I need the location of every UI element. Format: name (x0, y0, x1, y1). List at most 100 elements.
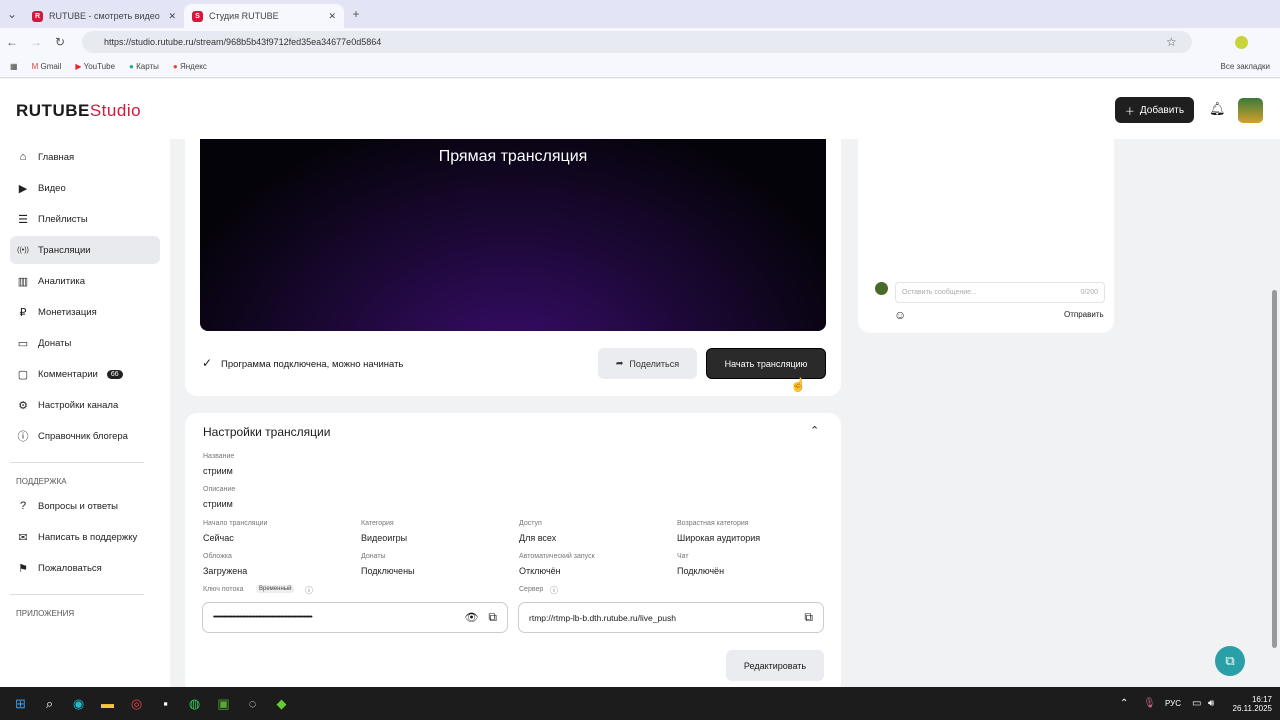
info-icon: ⓘ (17, 431, 29, 443)
broadcast-icon: ((•)) (17, 246, 29, 254)
bookmark-star-icon[interactable]: ☆ (1166, 35, 1177, 49)
reload-icon[interactable]: ↻ (48, 35, 72, 49)
chat-message-input[interactable]: Оставить сообщение... 0/200 (895, 282, 1105, 303)
search-icon[interactable]: ⌕ (35, 696, 64, 712)
field-value: Видеоигры (361, 533, 408, 543)
forward-icon[interactable]: → (24, 35, 48, 49)
copy-server-icon[interactable]: ⧉ (804, 610, 813, 625)
bell-icon[interactable]: 🔔︎ (1209, 101, 1226, 117)
tray-chevron-icon[interactable]: ⌃ (1120, 698, 1128, 709)
copy-key-icon[interactable]: ⧉ (488, 610, 497, 625)
sidebar: ⌂ Главная ▶ Видео ☰ Плейлисты ((•)) Трансляц… (0, 139, 170, 687)
sidebar-item-playlists[interactable]: ☰ Плейлисты (10, 205, 160, 233)
collapse-chevron-icon[interactable]: ⌃ (810, 424, 819, 437)
video-icon: ▶ (18, 182, 28, 195)
sidebar-item-streams[interactable]: ((•)) Трансляции (10, 236, 160, 264)
emoji-icon[interactable]: ☺ (894, 308, 906, 322)
tab-list-button[interactable]: ⌄ (0, 7, 24, 21)
share-button[interactable]: ➦ Поделиться (598, 348, 697, 379)
microphone-icon[interactable]: 🎙︎ (1143, 698, 1156, 709)
question-icon: ? (19, 500, 27, 512)
url-input[interactable]: https://studio.rutube.ru/stream/968b5b43… (82, 31, 1192, 53)
chat-char-counter: 0/200 (1080, 289, 1098, 296)
connection-status: Программа подключена, можно начинать (221, 359, 404, 370)
stream-key-field[interactable]: ••••••••••••••••••••••••••••••••••••••••… (202, 602, 508, 633)
rutube-studio-logo[interactable]: RUTUBEStudio (16, 101, 141, 121)
app-icon[interactable]: ◌ (238, 696, 267, 711)
all-bookmarks[interactable]: Все закладки (1221, 62, 1270, 71)
tab-rutube[interactable]: R RUTUBE - смотреть видео онлайн ✕ (24, 4, 184, 28)
analytics-icon: ▥ (17, 275, 29, 288)
bookmark-gmail[interactable]: M Gmail (32, 62, 62, 71)
edit-button[interactable]: Редактировать (726, 650, 824, 681)
sidebar-item-analytics[interactable]: ▥ Аналитика (10, 267, 160, 295)
rutube-favicon-icon: R (32, 10, 43, 22)
server-url-field[interactable]: rtmp://rtmp-lb-b.dth.rutube.ru/live_push… (518, 602, 824, 633)
apps-icon[interactable]: ▦ (10, 62, 18, 71)
explorer-icon[interactable]: ▬ (93, 696, 122, 711)
stream-preview[interactable]: Прямая трансляция (200, 139, 826, 331)
minecraft-icon[interactable]: ▣ (209, 696, 238, 712)
temporary-key-tag: Временный (256, 585, 295, 593)
profile-avatar[interactable] (1235, 35, 1248, 49)
ruble-icon: ₽ (19, 306, 27, 319)
app-icon[interactable]: ▪ (151, 696, 180, 711)
app-icon[interactable]: ◆ (267, 696, 296, 712)
help-icon[interactable]: ⓘ (305, 585, 313, 596)
windows-start-icon[interactable]: ⊞ (6, 696, 35, 712)
network-icon[interactable]: ▭ (1192, 698, 1201, 709)
volume-icon[interactable]: 🔊︎ (1208, 698, 1214, 709)
show-key-eye-icon[interactable]: 👁︎ (464, 611, 478, 624)
bookmark-yandex[interactable]: ● Яндекс (173, 62, 207, 71)
new-tab-button[interactable]: + (344, 7, 368, 21)
page-scrollbar[interactable] (1272, 290, 1277, 648)
gear-icon: ⚙ (18, 399, 28, 412)
field-value: Подключён (677, 566, 725, 576)
apps-section-title: ПРИЛОЖЕНИЯ (16, 609, 75, 618)
home-icon: ⌂ (19, 151, 27, 163)
plus-icon: ＋ (1124, 106, 1135, 118)
studio-favicon-icon: S (192, 10, 203, 22)
sidebar-item-faq[interactable]: ? Вопросы и ответы (10, 492, 160, 520)
support-chat-button[interactable]: ⧉ (1215, 646, 1245, 676)
channel-avatar[interactable] (1238, 98, 1263, 123)
edge-icon[interactable]: ◉ (64, 696, 93, 712)
close-tab-icon[interactable]: ✕ (328, 11, 336, 22)
chat-send-button[interactable]: Отправить (1064, 310, 1104, 319)
close-tab-icon[interactable]: ✕ (168, 11, 176, 22)
add-button[interactable]: ＋ Добавить (1115, 97, 1194, 123)
description-value: стриим (203, 499, 233, 509)
sidebar-item-monetization[interactable]: ₽ Монетизация (10, 298, 160, 326)
field-label: Начало трансляции (203, 520, 268, 527)
chrome-icon[interactable]: ◎ (122, 696, 151, 712)
field-value: Широкая аудитория (677, 533, 761, 543)
windows-taskbar: ⊞ ⌕ ◉ ▬ ◎ ▪ ◍ ▣ ◌ ◆ ⌃ 🎙︎ РУС ▭ 🔊︎ 16:17 2… (0, 687, 1280, 720)
bookmark-youtube[interactable]: ▶ YouTube (75, 62, 115, 71)
chat-card (858, 139, 1114, 333)
sidebar-item-blogger-guide[interactable]: ⓘ Справочник блогера (10, 422, 160, 450)
support-section-title: ПОДДЕРЖКА (16, 477, 67, 486)
back-icon[interactable]: ← (0, 35, 24, 49)
whatsapp-icon[interactable]: ◍ (180, 696, 209, 712)
sidebar-item-donations[interactable]: ▭ Донаты (10, 329, 160, 357)
sidebar-item-contact-support[interactable]: ✉ Написать в поддержку (10, 523, 160, 551)
settings-title: Настройки трансляции (203, 425, 331, 439)
bookmark-maps[interactable]: ● Карты (129, 62, 159, 71)
start-stream-button[interactable]: Начать трансляцию (706, 348, 826, 379)
language-indicator[interactable]: РУС (1165, 699, 1181, 708)
help-icon[interactable]: ⓘ (550, 585, 558, 596)
sidebar-item-comments[interactable]: ▢ Комментарии 66 (10, 360, 160, 388)
clock[interactable]: 16:17 26.11.2025 (1228, 695, 1272, 713)
description-label: Описание (203, 486, 236, 493)
sidebar-item-report[interactable]: ⚑ Пожаловаться (10, 554, 160, 582)
field-label: Донаты (361, 553, 386, 560)
sidebar-item-video[interactable]: ▶ Видео (10, 174, 160, 202)
server-label: Сервер (519, 586, 544, 593)
chat-user-avatar (875, 282, 888, 295)
field-value: Подключены (361, 566, 415, 576)
sidebar-item-channel-settings[interactable]: ⚙ Настройки канала (10, 391, 160, 419)
field-label: Обложка (203, 553, 232, 560)
tab-studio[interactable]: S Студия RUTUBE ✕ (184, 4, 344, 28)
sidebar-item-home[interactable]: ⌂ Главная (10, 143, 160, 171)
stream-key-label: Ключ потока (203, 586, 244, 593)
